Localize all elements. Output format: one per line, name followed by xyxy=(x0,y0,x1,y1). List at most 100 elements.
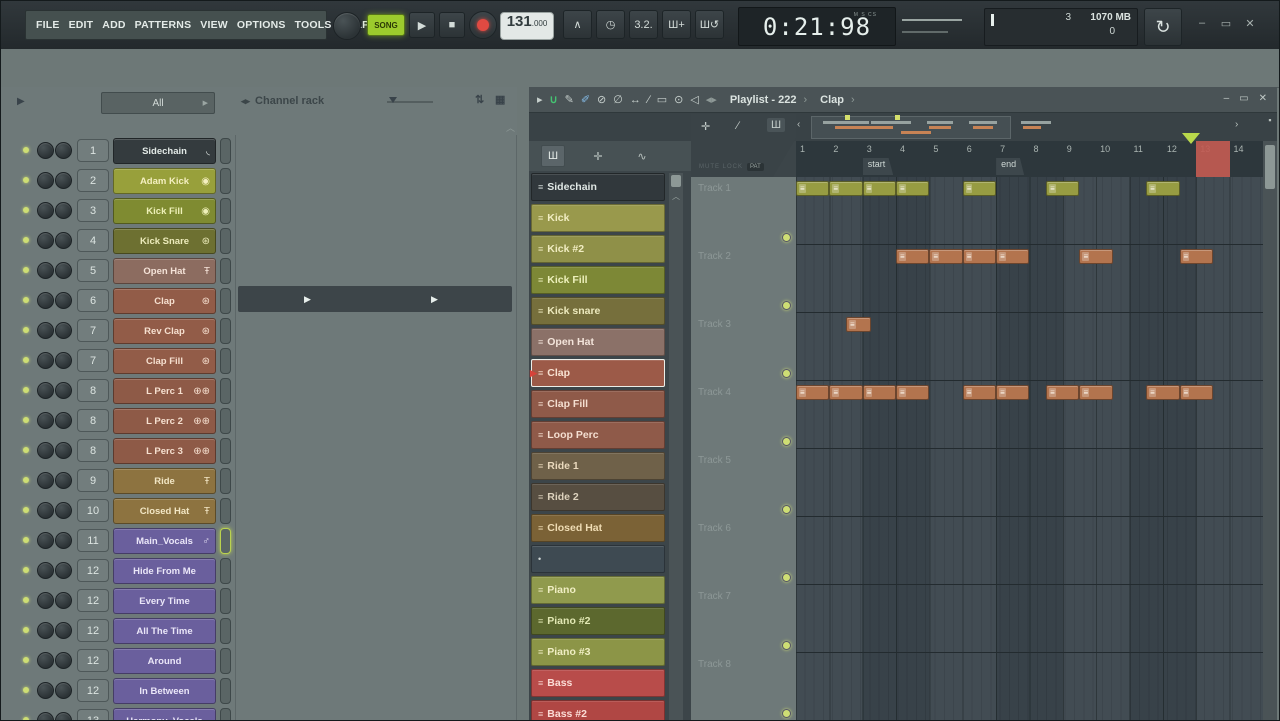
channel-pan-knob[interactable] xyxy=(37,442,54,459)
channel-pan-knob[interactable] xyxy=(37,292,54,309)
mini-play-arrow-icon[interactable]: ▶ xyxy=(304,294,311,305)
minimize-button[interactable]: – xyxy=(1194,17,1210,30)
channel-button-around[interactable]: Around xyxy=(113,648,216,674)
pattern-clip[interactable]: ≡ xyxy=(1146,385,1179,400)
playhead-marker[interactable] xyxy=(1182,133,1200,153)
snap-magnet-icon[interactable]: ∪ xyxy=(550,93,558,106)
pattern-clip[interactable]: ≡ xyxy=(829,385,862,400)
channel-button-sidechain[interactable]: Sidechain◟ xyxy=(113,138,216,164)
sync-button[interactable]: ↻ xyxy=(1144,8,1182,46)
nav-right-arrow[interactable]: › xyxy=(1235,119,1238,130)
paint-tool-icon[interactable]: ✐ xyxy=(581,93,590,106)
track-name-label[interactable]: Track 6 xyxy=(698,523,731,534)
pattern-clip[interactable]: ≡ xyxy=(929,249,962,264)
channel-button-l-perc-1[interactable]: L Perc 1⊕⊕ xyxy=(113,378,216,404)
picker-patterns-tab[interactable]: Ш xyxy=(541,145,565,167)
channel-volume-knob[interactable] xyxy=(55,412,72,429)
end-marker[interactable]: end xyxy=(996,158,1024,175)
channel-number-button[interactable]: 10 xyxy=(77,499,109,522)
channel-volume-knob[interactable] xyxy=(55,322,72,339)
selected-channel-strip[interactable]: ▶ ▶ xyxy=(238,286,512,312)
track-led[interactable] xyxy=(782,233,791,242)
pattern-item-bass-2[interactable]: ≡Bass #2 xyxy=(531,700,665,721)
channel-mute-led[interactable] xyxy=(23,297,29,303)
channel-button-kick-snare[interactable]: Kick Snare⊛ xyxy=(113,228,216,254)
channel-pan-knob[interactable] xyxy=(37,232,54,249)
channel-pan-knob[interactable] xyxy=(37,322,54,339)
pattern-clip[interactable]: ≡ xyxy=(1180,385,1213,400)
channel-number-button[interactable]: 7 xyxy=(77,349,109,372)
maximize-button[interactable]: ▭ xyxy=(1218,17,1234,30)
mini-play-arrow-icon[interactable]: ▶ xyxy=(431,294,438,305)
slip-tool-icon[interactable]: ↔ xyxy=(630,94,641,106)
pattern-clip[interactable]: ≡ xyxy=(996,385,1029,400)
channel-pan-knob[interactable] xyxy=(37,142,54,159)
channel-button-closed-hat[interactable]: Closed HatŦ xyxy=(113,498,216,524)
track-name-label[interactable]: Track 8 xyxy=(698,659,731,670)
track-name-label[interactable]: Track 1 xyxy=(698,183,731,194)
channel-mute-led[interactable] xyxy=(23,207,29,213)
channel-button-kick-fill[interactable]: Kick Fill◉ xyxy=(113,198,216,224)
channel-number-button[interactable]: 5 xyxy=(77,259,109,282)
channel-button-clap-fill[interactable]: Clap Fill⊛ xyxy=(113,348,216,374)
track-name-label[interactable]: Track 2 xyxy=(698,251,731,262)
pattern-item-kick[interactable]: ≡Kick xyxy=(531,204,665,232)
channel-volume-knob[interactable] xyxy=(55,622,72,639)
blend-record-icon[interactable]: Ш↺ xyxy=(695,10,724,39)
channel-pan-knob[interactable] xyxy=(37,652,54,669)
channel-mute-led[interactable] xyxy=(23,177,29,183)
channel-volume-knob[interactable] xyxy=(55,562,72,579)
start-marker[interactable]: start xyxy=(863,158,894,175)
channel-pan-knob[interactable] xyxy=(37,592,54,609)
channel-button-hide-from-me[interactable]: Hide From Me xyxy=(113,558,216,584)
channel-volume-knob[interactable] xyxy=(55,502,72,519)
channel-number-button[interactable]: 12 xyxy=(77,559,109,582)
play-button[interactable]: ▶ xyxy=(409,12,435,38)
pattern-clip[interactable]: ≡ xyxy=(963,181,996,196)
channel-volume-knob[interactable] xyxy=(55,712,72,721)
channel-volume-knob[interactable] xyxy=(55,682,72,699)
pattern-item-piano-3[interactable]: ≡Piano #3 xyxy=(531,638,665,666)
channel-volume-knob[interactable] xyxy=(55,202,72,219)
pattern-item-kick-fill[interactable]: ≡Kick Fill xyxy=(531,266,665,294)
menu-tools[interactable]: TOOLS xyxy=(295,19,332,31)
menu-options[interactable]: OPTIONS xyxy=(237,19,286,31)
rack-scroll-up-icon[interactable]: ︿ xyxy=(506,121,515,134)
rack-grid-icon[interactable]: ▦ xyxy=(495,93,505,106)
channel-volume-knob[interactable] xyxy=(55,172,72,189)
channel-mute-led[interactable] xyxy=(23,507,29,513)
playlist-navigator[interactable]: ‹ › xyxy=(529,113,1277,141)
metronome-icon[interactable]: ∧ xyxy=(563,10,592,39)
playlist-scrollbar[interactable]: ▪ xyxy=(1263,141,1277,721)
channel-number-button[interactable]: 8 xyxy=(77,409,109,432)
channel-button-main-vocals[interactable]: Main_Vocals♂ xyxy=(113,528,216,554)
channel-button-open-hat[interactable]: Open HatŦ xyxy=(113,258,216,284)
channel-number-button[interactable]: 12 xyxy=(77,679,109,702)
pattern-clip[interactable]: ≡ xyxy=(963,249,996,264)
pattern-clip[interactable]: ≡ xyxy=(829,181,862,196)
pattern-clip[interactable]: ≡ xyxy=(863,181,896,196)
channel-button-in-between[interactable]: In Between xyxy=(113,678,216,704)
channel-mute-led[interactable] xyxy=(23,237,29,243)
pattern-list-scrollbar[interactable]: ︿ xyxy=(669,173,683,721)
pattern-clip[interactable]: ≡ xyxy=(796,385,829,400)
channel-mute-led[interactable] xyxy=(23,147,29,153)
automation-icon[interactable]: ∕ xyxy=(737,120,739,132)
pattern-picker-icon[interactable]: Ш xyxy=(767,118,785,132)
channel-volume-knob[interactable] xyxy=(55,382,72,399)
track-led[interactable] xyxy=(782,437,791,446)
channel-mute-led[interactable] xyxy=(23,327,29,333)
pattern-clip[interactable]: ≡ xyxy=(963,385,996,400)
zoom-tool-icon[interactable]: ⊙ xyxy=(674,93,683,106)
pattern-item-kick-2[interactable]: ≡Kick #2 xyxy=(531,235,665,263)
timeline-selection[interactable] xyxy=(1196,141,1229,177)
channel-mute-led[interactable] xyxy=(23,267,29,273)
track-name-label[interactable]: Track 3 xyxy=(698,319,731,330)
channel-button-l-perc-2[interactable]: L Perc 2⊕⊕ xyxy=(113,408,216,434)
pattern-item-clap[interactable]: ▶≡Clap xyxy=(531,359,665,387)
channel-pan-knob[interactable] xyxy=(37,262,54,279)
channel-volume-knob[interactable] xyxy=(55,592,72,609)
playlist-grid[interactable]: ≡≡≡≡≡≡≡≡≡≡≡≡≡≡≡≡≡≡≡≡≡≡≡≡ xyxy=(796,177,1263,721)
channel-number-button[interactable]: 3 xyxy=(77,199,109,222)
channel-volume-knob[interactable] xyxy=(55,142,72,159)
